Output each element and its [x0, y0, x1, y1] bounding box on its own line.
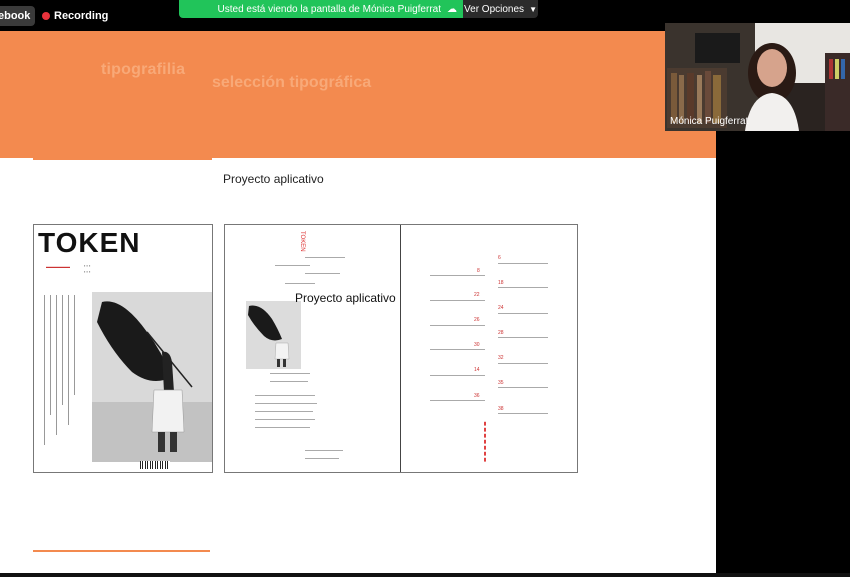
toc-number: 28	[498, 330, 504, 336]
toc-number: 6	[498, 255, 501, 261]
toc-number: 14	[474, 367, 480, 373]
recording-indicator[interactable]: Recording	[42, 7, 108, 25]
toc-number: 18	[498, 280, 504, 286]
bottom-rule	[33, 550, 210, 552]
toc-number: 26	[474, 317, 480, 323]
cover-photo-woman-with-flag	[92, 292, 212, 462]
cloud-icon: ☁	[447, 3, 457, 15]
participant-video[interactable]: Mónica Puigferrat	[665, 23, 850, 131]
spread-photo-woman-with-flag	[246, 301, 301, 369]
top-rule	[33, 158, 212, 160]
toc-number: 36	[474, 393, 480, 399]
magazine-logo: TOKEN	[38, 227, 141, 258]
toc-number: 35	[498, 380, 504, 386]
spread-vertical-logo: TOKEN	[299, 231, 305, 252]
cover-tagline: ▬▬▬▬▬▬	[46, 264, 70, 269]
shared-slide: tipografilia selección tipográfica Proye…	[0, 31, 716, 573]
participant-name: Mónica Puigferrat	[670, 116, 749, 127]
header-text-tipografilia: tipografilia	[101, 61, 186, 78]
spread-fold	[400, 225, 401, 472]
cover-vertical-text	[40, 295, 88, 455]
facebook-tab[interactable]: ebook	[0, 6, 35, 26]
webcam-image	[665, 23, 850, 131]
bottom-strip	[0, 573, 850, 577]
toc-number: 32	[498, 355, 504, 361]
spread-vertical-contents: ▮▮▮▮▮▮▮	[482, 421, 488, 463]
slide-header-band: tipografilia selección tipográfica	[0, 31, 716, 158]
view-options-button[interactable]: Ver Opciones ▼	[463, 0, 538, 18]
record-icon	[42, 12, 50, 20]
screen-share-banner: Usted está viendo la pantalla de Mónica …	[179, 0, 463, 18]
cover-issue-info: ▪ ▪ ▪ ▪ ▪ ▪	[84, 263, 91, 274]
barcode	[140, 461, 170, 469]
magazine-cover: TOKEN ▬▬▬▬▬▬ ▪ ▪ ▪ ▪ ▪ ▪	[33, 224, 213, 473]
toc-number: 30	[474, 342, 480, 348]
slide-subtitle: Proyecto aplicativo	[223, 172, 324, 186]
share-banner-text: Usted está viendo la pantalla de Mónica …	[217, 3, 441, 15]
magazine-spread: TOKEN Proyecto aplicativo 6 8 18 22 24 2…	[224, 224, 578, 473]
recording-label: Recording	[54, 10, 109, 22]
toc-number: 22	[474, 292, 480, 298]
view-options-label: Ver Opciones	[464, 3, 525, 15]
toc-number: 38	[498, 406, 504, 412]
toc-number: 24	[498, 305, 504, 311]
spread-overlay-title: Proyecto aplicativo	[295, 291, 396, 305]
toc-number: 8	[477, 268, 480, 274]
chevron-down-icon: ▼	[529, 4, 537, 14]
side-panel-background	[716, 131, 850, 573]
header-text-seleccion: selección tipográfica	[212, 74, 372, 91]
